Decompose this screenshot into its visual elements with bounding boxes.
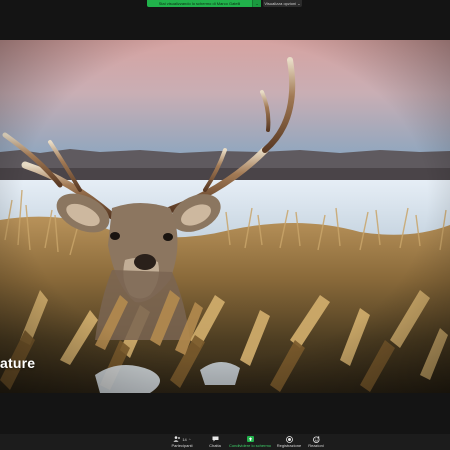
- deer-photo: [0, 40, 450, 393]
- participants-button[interactable]: 14 ^ Partecipanti: [168, 435, 196, 450]
- meeting-toolbar: 14 ^ Partecipanti Chatta Condividere lo …: [0, 434, 450, 450]
- chat-button[interactable]: Chatta: [204, 435, 226, 450]
- screen-share-banner-text: Stai visualizzando lo schermo di Marco G…: [158, 1, 241, 6]
- participants-count: 14: [182, 436, 187, 442]
- screen-share-banner[interactable]: Stai visualizzando lo schermo di Marco G…: [147, 0, 261, 7]
- share-screen-icon: [246, 436, 254, 442]
- bottom-spacer: [0, 393, 450, 434]
- people-icon: [173, 436, 181, 442]
- reaction-icon: [312, 435, 319, 443]
- shared-screen-view: ature: [0, 40, 450, 393]
- chat-icon: [212, 436, 218, 442]
- chevron-up-icon[interactable]: ^: [189, 437, 191, 442]
- view-options-button[interactable]: Visualizza opzioni ⌄: [263, 0, 302, 7]
- record-button[interactable]: Registrazione: [275, 435, 303, 450]
- share-screen-button[interactable]: Condividere lo schermo: [228, 435, 272, 450]
- chevron-down-icon[interactable]: ⌄: [252, 0, 261, 7]
- participants-label: Partecipanti: [171, 443, 193, 448]
- share-screen-label: Condividere lo schermo: [228, 443, 272, 448]
- chat-label: Chatta: [209, 443, 221, 448]
- reactions-label: Reazioni: [308, 443, 324, 448]
- record-label: Registrazione: [276, 443, 302, 448]
- meeting-top-bar: Stai visualizzando lo schermo di Marco G…: [0, 0, 450, 40]
- record-icon: [285, 435, 293, 443]
- slide-caption: ature: [0, 355, 36, 371]
- reactions-button[interactable]: Reazioni: [306, 435, 326, 450]
